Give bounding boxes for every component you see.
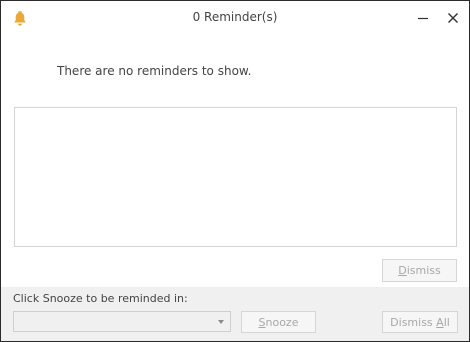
empty-message: There are no reminders to show.	[57, 64, 252, 78]
reminders-list[interactable]	[14, 107, 457, 247]
close-button[interactable]	[440, 5, 466, 31]
minimize-button[interactable]	[410, 5, 436, 31]
snooze-footer: Click Snooze to be reminded in: Snooze D…	[1, 287, 469, 341]
dismiss-all-label-accel: A	[436, 315, 444, 329]
dismiss-label-accel: D	[398, 264, 407, 277]
snooze-label-post: nooze	[265, 315, 299, 329]
snooze-button[interactable]: Snooze	[241, 311, 316, 333]
dismiss-label-post: ismiss	[406, 264, 441, 277]
minimize-icon	[418, 17, 428, 20]
window-title: 0 Reminder(s)	[192, 10, 278, 24]
dismiss-all-button[interactable]: Dismiss All	[382, 311, 458, 333]
close-icon	[448, 13, 458, 23]
snooze-prompt: Click Snooze to be reminded in:	[13, 292, 188, 305]
reminders-window: 0 Reminder(s) There are no reminders to …	[0, 0, 470, 342]
dismiss-all-label-pre: Dismiss	[390, 315, 437, 329]
dismiss-all-label-post: ll	[443, 315, 450, 329]
snooze-duration-select[interactable]	[13, 311, 231, 332]
snooze-label-accel: S	[258, 315, 266, 329]
dismiss-button[interactable]: Dismiss	[382, 259, 457, 282]
title-bar: 0 Reminder(s)	[1, 1, 469, 35]
chevron-down-icon	[218, 320, 224, 324]
